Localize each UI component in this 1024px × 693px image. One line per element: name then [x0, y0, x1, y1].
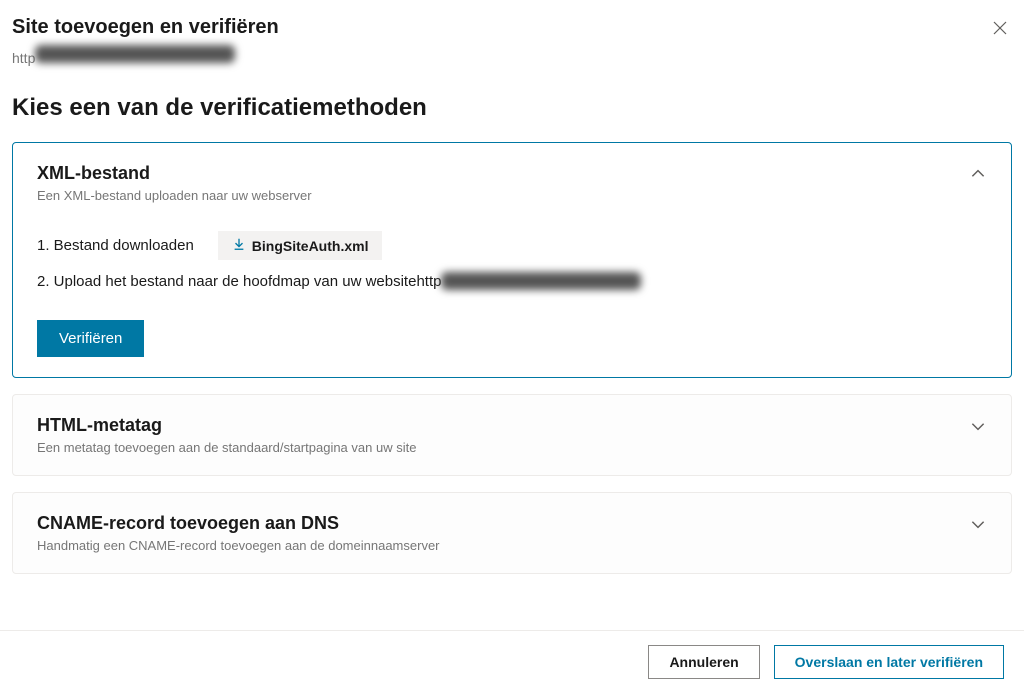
site-url: http [12, 45, 279, 66]
dialog-title: Site toevoegen en verifiëren [12, 16, 279, 39]
method-xml-subtitle: Een XML-bestand uploaden naar uw webserv… [37, 188, 312, 203]
method-cname-title: CNAME-record toevoegen aan DNS [37, 513, 440, 534]
cancel-button[interactable]: Annuleren [648, 645, 759, 679]
step-upload-text-2: http [416, 273, 441, 290]
site-url-prefix: http [12, 50, 35, 66]
method-xml-body: 1. Bestand downloaden BingSiteAuth.xml 2… [37, 231, 987, 357]
section-heading: Kies een van de verificatiemethoden [12, 94, 1012, 122]
method-html-metatag: HTML-metatag Een metatag toevoegen aan d… [12, 394, 1012, 476]
download-icon [232, 237, 246, 254]
redacted-upload-url [441, 272, 641, 290]
dialog-footer: Annuleren Overslaan en later verifiëren [0, 630, 1024, 693]
download-file-button[interactable]: BingSiteAuth.xml [218, 231, 383, 260]
chevron-up-icon [969, 165, 987, 188]
skip-verify-later-button[interactable]: Overslaan en later verifiëren [774, 645, 1004, 679]
redacted-url [35, 45, 235, 63]
method-meta-header[interactable]: HTML-metatag Een metatag toevoegen aan d… [37, 415, 987, 455]
close-button[interactable] [988, 16, 1012, 43]
step-upload-text-1: 2. Upload het bestand naar de hoofdmap v… [37, 273, 416, 290]
method-xml-header[interactable]: XML-bestand Een XML-bestand uploaden naa… [37, 163, 987, 203]
chevron-down-icon [969, 417, 987, 440]
close-icon [992, 24, 1008, 39]
dialog-header: Site toevoegen en verifiëren http [12, 16, 1012, 94]
download-file-label: BingSiteAuth.xml [252, 238, 369, 254]
verify-button[interactable]: Verifiëren [37, 320, 144, 357]
method-cname-subtitle: Handmatig een CNAME-record toevoegen aan… [37, 538, 440, 553]
method-meta-subtitle: Een metatag toevoegen aan de standaard/s… [37, 440, 416, 455]
step-download: 1. Bestand downloaden BingSiteAuth.xml [37, 231, 987, 260]
method-meta-title: HTML-metatag [37, 415, 416, 436]
method-cname-header[interactable]: CNAME-record toevoegen aan DNS Handmatig… [37, 513, 987, 553]
method-cname-dns: CNAME-record toevoegen aan DNS Handmatig… [12, 492, 1012, 574]
method-xml-file: XML-bestand Een XML-bestand uploaden naa… [12, 142, 1012, 378]
method-xml-title: XML-bestand [37, 163, 312, 184]
step-download-text: 1. Bestand downloaden [37, 237, 194, 254]
step-upload: 2. Upload het bestand naar de hoofdmap v… [37, 272, 987, 290]
chevron-down-icon [969, 515, 987, 538]
